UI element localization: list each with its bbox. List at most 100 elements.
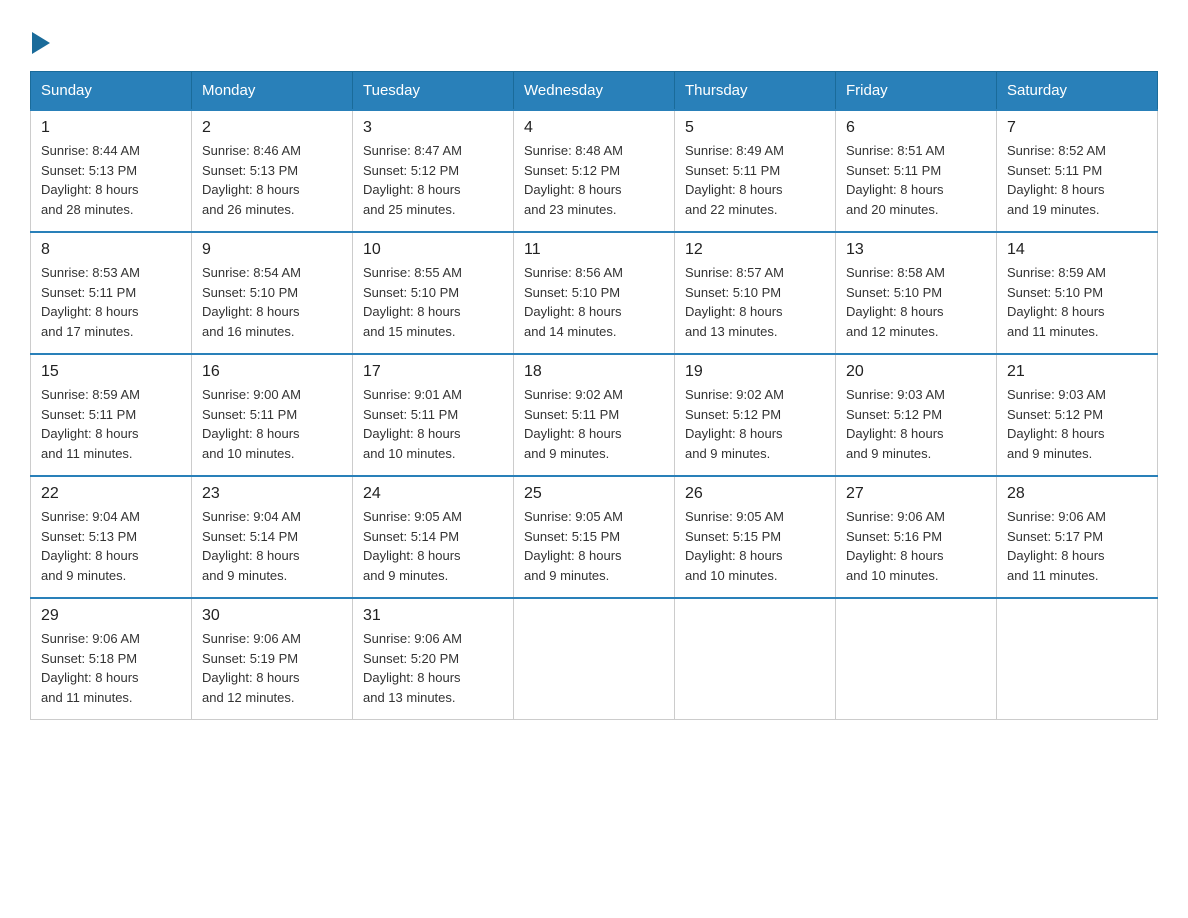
col-header-thursday: Thursday (675, 72, 836, 111)
day-info: Sunrise: 8:51 AM Sunset: 5:11 PM Dayligh… (846, 141, 986, 219)
day-info: Sunrise: 8:59 AM Sunset: 5:11 PM Dayligh… (41, 385, 181, 463)
day-info: Sunrise: 8:49 AM Sunset: 5:11 PM Dayligh… (685, 141, 825, 219)
day-info: Sunrise: 8:57 AM Sunset: 5:10 PM Dayligh… (685, 263, 825, 341)
calendar-cell: 19 Sunrise: 9:02 AM Sunset: 5:12 PM Dayl… (675, 354, 836, 476)
day-info: Sunrise: 9:03 AM Sunset: 5:12 PM Dayligh… (846, 385, 986, 463)
calendar-week-2: 8 Sunrise: 8:53 AM Sunset: 5:11 PM Dayli… (31, 232, 1158, 354)
day-number: 21 (1007, 363, 1147, 381)
col-header-monday: Monday (192, 72, 353, 111)
calendar-cell: 6 Sunrise: 8:51 AM Sunset: 5:11 PM Dayli… (836, 110, 997, 232)
day-info: Sunrise: 9:03 AM Sunset: 5:12 PM Dayligh… (1007, 385, 1147, 463)
day-info: Sunrise: 9:06 AM Sunset: 5:16 PM Dayligh… (846, 507, 986, 585)
day-number: 3 (363, 119, 503, 137)
day-info: Sunrise: 9:02 AM Sunset: 5:12 PM Dayligh… (685, 385, 825, 463)
day-number: 1 (41, 119, 181, 137)
day-info: Sunrise: 9:02 AM Sunset: 5:11 PM Dayligh… (524, 385, 664, 463)
day-number: 23 (202, 485, 342, 503)
day-number: 29 (41, 607, 181, 625)
calendar-cell: 26 Sunrise: 9:05 AM Sunset: 5:15 PM Dayl… (675, 476, 836, 598)
calendar-cell: 29 Sunrise: 9:06 AM Sunset: 5:18 PM Dayl… (31, 598, 192, 720)
calendar-cell: 23 Sunrise: 9:04 AM Sunset: 5:14 PM Dayl… (192, 476, 353, 598)
day-number: 28 (1007, 485, 1147, 503)
calendar-cell: 1 Sunrise: 8:44 AM Sunset: 5:13 PM Dayli… (31, 110, 192, 232)
day-info: Sunrise: 9:06 AM Sunset: 5:18 PM Dayligh… (41, 629, 181, 707)
col-header-tuesday: Tuesday (353, 72, 514, 111)
day-info: Sunrise: 8:54 AM Sunset: 5:10 PM Dayligh… (202, 263, 342, 341)
calendar-cell: 24 Sunrise: 9:05 AM Sunset: 5:14 PM Dayl… (353, 476, 514, 598)
day-info: Sunrise: 8:52 AM Sunset: 5:11 PM Dayligh… (1007, 141, 1147, 219)
day-number: 2 (202, 119, 342, 137)
day-number: 4 (524, 119, 664, 137)
calendar-cell: 2 Sunrise: 8:46 AM Sunset: 5:13 PM Dayli… (192, 110, 353, 232)
calendar-cell: 4 Sunrise: 8:48 AM Sunset: 5:12 PM Dayli… (514, 110, 675, 232)
day-info: Sunrise: 8:47 AM Sunset: 5:12 PM Dayligh… (363, 141, 503, 219)
day-number: 24 (363, 485, 503, 503)
calendar-cell: 27 Sunrise: 9:06 AM Sunset: 5:16 PM Dayl… (836, 476, 997, 598)
logo (30, 30, 50, 51)
calendar-cell: 17 Sunrise: 9:01 AM Sunset: 5:11 PM Dayl… (353, 354, 514, 476)
day-info: Sunrise: 9:06 AM Sunset: 5:19 PM Dayligh… (202, 629, 342, 707)
day-number: 18 (524, 363, 664, 381)
day-number: 8 (41, 241, 181, 259)
day-info: Sunrise: 9:06 AM Sunset: 5:17 PM Dayligh… (1007, 507, 1147, 585)
col-header-wednesday: Wednesday (514, 72, 675, 111)
day-info: Sunrise: 9:06 AM Sunset: 5:20 PM Dayligh… (363, 629, 503, 707)
day-info: Sunrise: 8:56 AM Sunset: 5:10 PM Dayligh… (524, 263, 664, 341)
day-info: Sunrise: 8:59 AM Sunset: 5:10 PM Dayligh… (1007, 263, 1147, 341)
calendar-week-3: 15 Sunrise: 8:59 AM Sunset: 5:11 PM Dayl… (31, 354, 1158, 476)
calendar-week-4: 22 Sunrise: 9:04 AM Sunset: 5:13 PM Dayl… (31, 476, 1158, 598)
calendar-cell (997, 598, 1158, 720)
day-info: Sunrise: 8:46 AM Sunset: 5:13 PM Dayligh… (202, 141, 342, 219)
calendar-cell: 10 Sunrise: 8:55 AM Sunset: 5:10 PM Dayl… (353, 232, 514, 354)
day-number: 25 (524, 485, 664, 503)
day-info: Sunrise: 9:00 AM Sunset: 5:11 PM Dayligh… (202, 385, 342, 463)
day-number: 17 (363, 363, 503, 381)
day-number: 26 (685, 485, 825, 503)
day-number: 15 (41, 363, 181, 381)
calendar-cell: 28 Sunrise: 9:06 AM Sunset: 5:17 PM Dayl… (997, 476, 1158, 598)
day-info: Sunrise: 8:44 AM Sunset: 5:13 PM Dayligh… (41, 141, 181, 219)
calendar-cell: 3 Sunrise: 8:47 AM Sunset: 5:12 PM Dayli… (353, 110, 514, 232)
calendar-cell: 21 Sunrise: 9:03 AM Sunset: 5:12 PM Dayl… (997, 354, 1158, 476)
calendar-week-1: 1 Sunrise: 8:44 AM Sunset: 5:13 PM Dayli… (31, 110, 1158, 232)
calendar-cell: 30 Sunrise: 9:06 AM Sunset: 5:19 PM Dayl… (192, 598, 353, 720)
calendar-cell: 25 Sunrise: 9:05 AM Sunset: 5:15 PM Dayl… (514, 476, 675, 598)
day-number: 7 (1007, 119, 1147, 137)
page-header (30, 30, 1158, 51)
day-number: 22 (41, 485, 181, 503)
calendar-cell: 14 Sunrise: 8:59 AM Sunset: 5:10 PM Dayl… (997, 232, 1158, 354)
day-info: Sunrise: 8:55 AM Sunset: 5:10 PM Dayligh… (363, 263, 503, 341)
day-info: Sunrise: 9:05 AM Sunset: 5:14 PM Dayligh… (363, 507, 503, 585)
calendar-cell: 20 Sunrise: 9:03 AM Sunset: 5:12 PM Dayl… (836, 354, 997, 476)
day-info: Sunrise: 9:01 AM Sunset: 5:11 PM Dayligh… (363, 385, 503, 463)
day-info: Sunrise: 9:04 AM Sunset: 5:14 PM Dayligh… (202, 507, 342, 585)
day-number: 27 (846, 485, 986, 503)
day-info: Sunrise: 8:53 AM Sunset: 5:11 PM Dayligh… (41, 263, 181, 341)
day-number: 9 (202, 241, 342, 259)
col-header-friday: Friday (836, 72, 997, 111)
calendar-table: SundayMondayTuesdayWednesdayThursdayFrid… (30, 71, 1158, 720)
logo-arrow-icon (32, 32, 50, 54)
day-number: 20 (846, 363, 986, 381)
day-info: Sunrise: 8:48 AM Sunset: 5:12 PM Dayligh… (524, 141, 664, 219)
col-header-sunday: Sunday (31, 72, 192, 111)
day-number: 19 (685, 363, 825, 381)
calendar-cell: 7 Sunrise: 8:52 AM Sunset: 5:11 PM Dayli… (997, 110, 1158, 232)
calendar-cell: 9 Sunrise: 8:54 AM Sunset: 5:10 PM Dayli… (192, 232, 353, 354)
day-number: 16 (202, 363, 342, 381)
day-number: 11 (524, 241, 664, 259)
calendar-cell: 12 Sunrise: 8:57 AM Sunset: 5:10 PM Dayl… (675, 232, 836, 354)
calendar-cell: 31 Sunrise: 9:06 AM Sunset: 5:20 PM Dayl… (353, 598, 514, 720)
day-number: 14 (1007, 241, 1147, 259)
day-info: Sunrise: 8:58 AM Sunset: 5:10 PM Dayligh… (846, 263, 986, 341)
calendar-cell: 13 Sunrise: 8:58 AM Sunset: 5:10 PM Dayl… (836, 232, 997, 354)
calendar-cell: 11 Sunrise: 8:56 AM Sunset: 5:10 PM Dayl… (514, 232, 675, 354)
calendar-cell: 16 Sunrise: 9:00 AM Sunset: 5:11 PM Dayl… (192, 354, 353, 476)
col-header-saturday: Saturday (997, 72, 1158, 111)
day-number: 12 (685, 241, 825, 259)
day-number: 13 (846, 241, 986, 259)
day-info: Sunrise: 9:04 AM Sunset: 5:13 PM Dayligh… (41, 507, 181, 585)
day-number: 5 (685, 119, 825, 137)
day-number: 30 (202, 607, 342, 625)
calendar-cell: 15 Sunrise: 8:59 AM Sunset: 5:11 PM Dayl… (31, 354, 192, 476)
